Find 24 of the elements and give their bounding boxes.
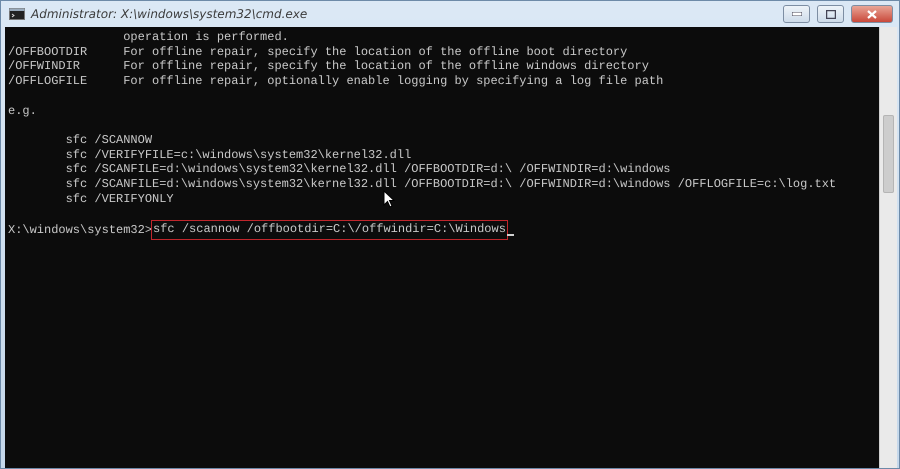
console-line: /OFFBOOTDIR For offline repair, specify the location of the offline boot directory [8,44,628,60]
minimize-icon [792,12,802,16]
close-icon [867,10,877,18]
scroll-thumb[interactable] [883,115,894,193]
console-line: sfc /SCANFILE=d:\windows\system32\kernel32.dll /OFFBOOTDIR=d:\ /OFFWINDIR=d:\windows /OFFLOGFILE=c:\log.txt [64,177,836,192]
console-line: sfc /VERIFYFILE=c:\windows\system32\kernel32.dll [64,148,412,162]
text-cursor [506,234,514,236]
console-line: /OFFLOGFILE For offline repair, optionally enable logging by specifying a log file path [8,74,664,89]
typed-command: sfc /scannow /offbootdir=C:\/offwindir=C:\Windows [152,221,507,239]
console-line: e.g. [8,104,37,118]
scrollbar[interactable] [879,27,897,468]
console-line: sfc /SCANNOW [64,132,152,148]
window-title: Administrator: X:\windows\system32\cmd.exe [31,7,308,21]
console-line: sfc /VERIFYONLY [64,192,174,206]
console-icon [9,8,25,20]
close-button[interactable] [851,5,893,23]
maximize-button[interactable] [817,5,844,23]
prompt-path: X:\windows\system32> [8,222,152,238]
console-line: operation is performed. [122,30,289,45]
console-line: /OFFWINDIR For offline repair, specify the location of the offline windows directory [8,59,649,74]
minimize-button[interactable] [783,5,810,23]
mouse-pointer-icon [383,190,395,208]
maximize-icon [826,10,836,18]
console-line: sfc /SCANFILE=d:\windows\system32\kernel32.dll /OFFBOOTDIR=d:\ /OFFWINDIR=d:\windows [64,162,671,177]
